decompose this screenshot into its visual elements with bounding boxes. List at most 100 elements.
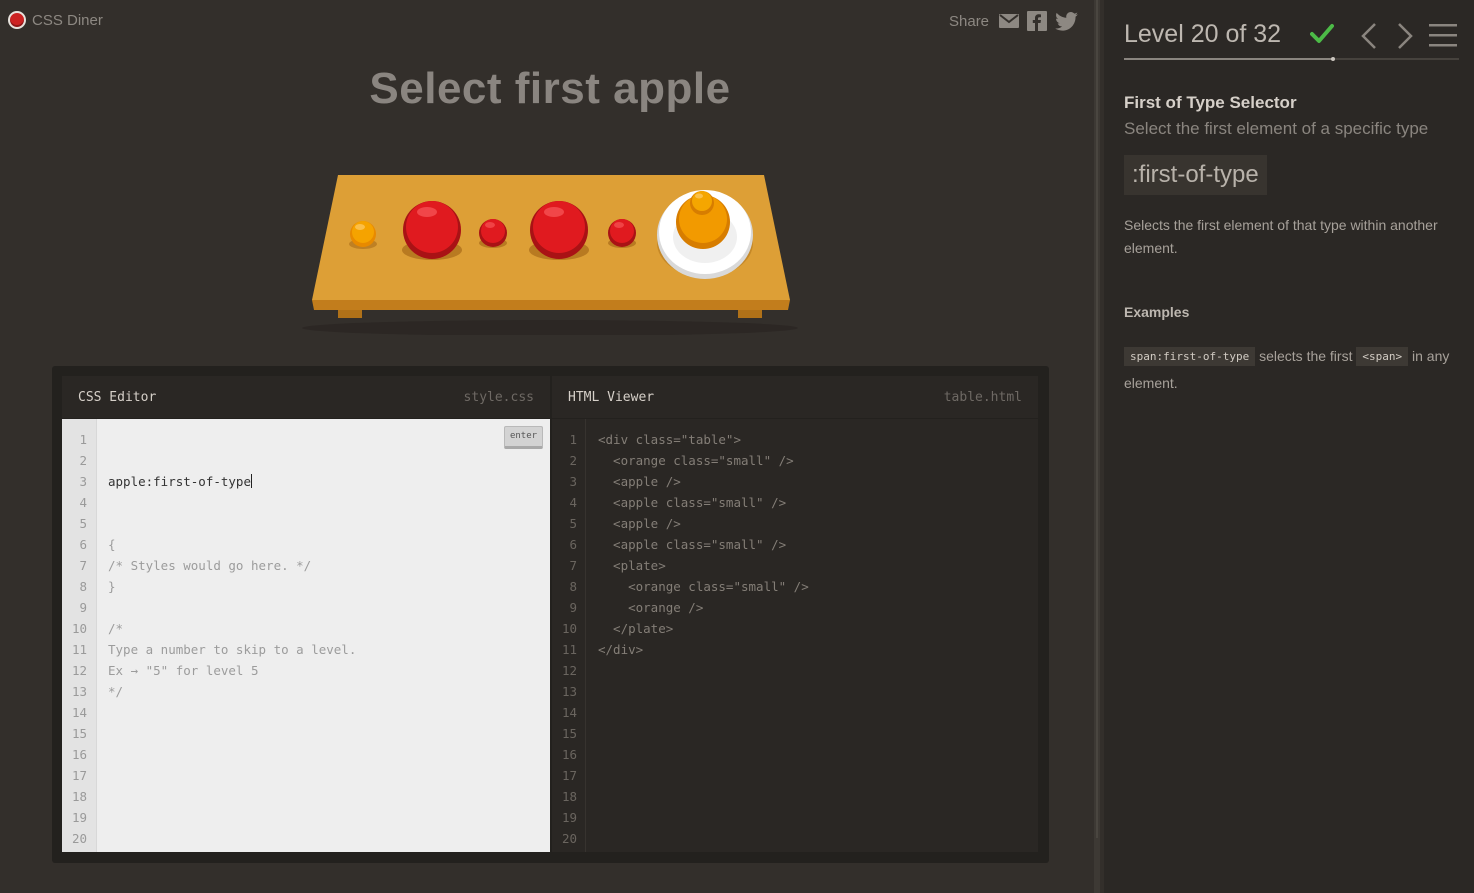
line-number: 6 — [79, 537, 87, 552]
css-selector-input[interactable]: apple:first-of-type — [108, 474, 251, 489]
line-number: 17 — [71, 768, 87, 783]
selector-name: First of Type Selector — [1124, 93, 1297, 112]
twitter-icon[interactable] — [1055, 11, 1078, 31]
line-number: 12 — [561, 663, 577, 678]
html-viewer: 1 2 3 4 5 6 7 8 9 10 11 12 13 14 15 16 17 18 19 20 <div cla… — [552, 419, 1038, 852]
markup-line: <apple /> — [598, 474, 681, 489]
share-label: Share — [949, 12, 990, 30]
sidebar: Level 20 of 32 First of Type Selector Se… — [1104, 0, 1474, 893]
selector-syntax: :first-of-type — [1124, 155, 1267, 195]
markup-line: <apple class="small" /> — [598, 537, 787, 552]
selector-description: Select the first element of a specific t… — [1124, 119, 1429, 138]
code-line: /* — [108, 621, 124, 636]
html-line-numbers: 1 2 3 4 5 6 7 8 9 10 11 12 13 14 15 16 17 18 19 20 — [552, 429, 577, 849]
line-number: 11 — [561, 642, 577, 657]
level-progress-knob — [1331, 57, 1336, 61]
line-number: 19 — [561, 810, 577, 825]
markup-line: <orange class="small" /> — [598, 579, 809, 594]
logo[interactable]: CSS Diner — [8, 11, 103, 29]
plate[interactable] — [655, 185, 755, 280]
code-line: Type a number to skip to a level. — [108, 642, 357, 657]
line-number: 10 — [71, 621, 87, 636]
line-number: 2 — [569, 453, 577, 468]
code-line: */ — [108, 684, 124, 699]
line-number: 10 — [561, 621, 577, 636]
apple[interactable] — [399, 200, 465, 264]
example-text-mid: selects the first — [1255, 348, 1357, 364]
markup-line: </plate> — [598, 621, 674, 636]
menu-icon[interactable] — [1429, 22, 1457, 53]
line-number: 18 — [561, 789, 577, 804]
line-number: 19 — [71, 810, 87, 825]
html-viewer-filename: table.html — [943, 389, 1022, 405]
markup-line: <div class="table"> — [598, 432, 741, 447]
line-number: 17 — [561, 768, 577, 783]
markup-line: </div> — [598, 642, 644, 657]
small-apple[interactable] — [477, 217, 509, 251]
panel-divider-line — [1096, 0, 1098, 838]
html-markup[interactable]: <div class="table"> <orange class="small… — [598, 429, 809, 660]
line-number: 16 — [71, 747, 87, 762]
enter-button[interactable]: enter — [504, 426, 543, 449]
level-progress-fill — [1124, 58, 1334, 60]
checkmark-icon — [1310, 22, 1334, 49]
examples-title: Examples — [1124, 304, 1190, 320]
css-editor-header: CSS Editor style.css — [62, 376, 550, 418]
line-number: 1 — [79, 432, 87, 447]
markup-line: <orange class="small" /> — [598, 453, 794, 468]
line-number: 13 — [71, 684, 87, 699]
markup-line: <plate> — [598, 558, 666, 573]
line-number: 1 — [569, 432, 577, 447]
line-number: 14 — [71, 705, 87, 720]
code-line: Ex → "5" for level 5 — [108, 663, 259, 678]
css-editor-filename: style.css — [463, 389, 534, 405]
dinner-table — [300, 160, 800, 336]
html-viewer-header: HTML Viewer table.html — [552, 376, 1038, 418]
css-code[interactable]: apple:first-of-type { /* Styles would go … — [108, 429, 356, 744]
line-number: 7 — [569, 558, 577, 573]
markup-line: <apple /> — [598, 516, 681, 531]
line-number: 20 — [71, 831, 87, 846]
chevron-left-icon[interactable] — [1360, 22, 1378, 55]
line-number: 8 — [569, 579, 577, 594]
small-apple[interactable] — [606, 217, 638, 251]
apple[interactable] — [526, 200, 592, 264]
line-number: 16 — [561, 747, 577, 762]
line-number: 4 — [569, 495, 577, 510]
line-number: 13 — [561, 684, 577, 699]
editor-container: CSS Editor style.css HTML Viewer table.h… — [52, 366, 1049, 863]
level-header: Level 20 of 32 — [1124, 20, 1459, 60]
line-number: 4 — [79, 495, 87, 510]
code-line: { — [108, 537, 116, 552]
code-line: } — [108, 579, 116, 594]
css-editor[interactable]: 1 2 3 4 5 6 7 8 9 10 11 12 13 14 15 16 17 18 19 20 apple:fi… — [62, 419, 550, 852]
line-number: 9 — [79, 600, 87, 615]
line-number: 18 — [71, 789, 87, 804]
mail-icon[interactable] — [999, 13, 1020, 29]
line-number: 3 — [569, 474, 577, 489]
line-number: 14 — [561, 705, 577, 720]
small-orange[interactable] — [347, 218, 379, 252]
html-viewer-title: HTML Viewer — [568, 389, 655, 405]
css-editor-title: CSS Editor — [78, 389, 157, 405]
level-indicator[interactable]: Level 20 of 32 — [1124, 20, 1281, 49]
share-bar: Share — [949, 11, 1078, 31]
code-line: /* Styles would go here. */ — [108, 558, 312, 573]
markup-line: <orange /> — [598, 600, 704, 615]
chevron-right-icon[interactable] — [1396, 22, 1414, 55]
css-line-numbers: 1 2 3 4 5 6 7 8 9 10 11 12 13 14 15 16 17 18 19 20 — [62, 429, 87, 849]
css-static-lines: { /* Styles would go here. */} /* Type a n… — [108, 534, 356, 702]
line-number: 12 — [71, 663, 87, 678]
facebook-icon[interactable] — [1027, 11, 1048, 31]
line-number: 2 — [79, 453, 87, 468]
example-code: span:first-of-type — [1124, 347, 1256, 366]
line-number: 9 — [569, 600, 577, 615]
markup-line: <apple class="small" /> — [598, 495, 787, 510]
line-number: 3 — [79, 474, 87, 489]
line-number: 15 — [71, 726, 87, 741]
example-item: span:first-of-type selects the first <sp… — [1124, 343, 1464, 397]
line-number: 6 — [569, 537, 577, 552]
logo-icon — [8, 11, 26, 29]
example-tag: <span> — [1356, 347, 1409, 366]
